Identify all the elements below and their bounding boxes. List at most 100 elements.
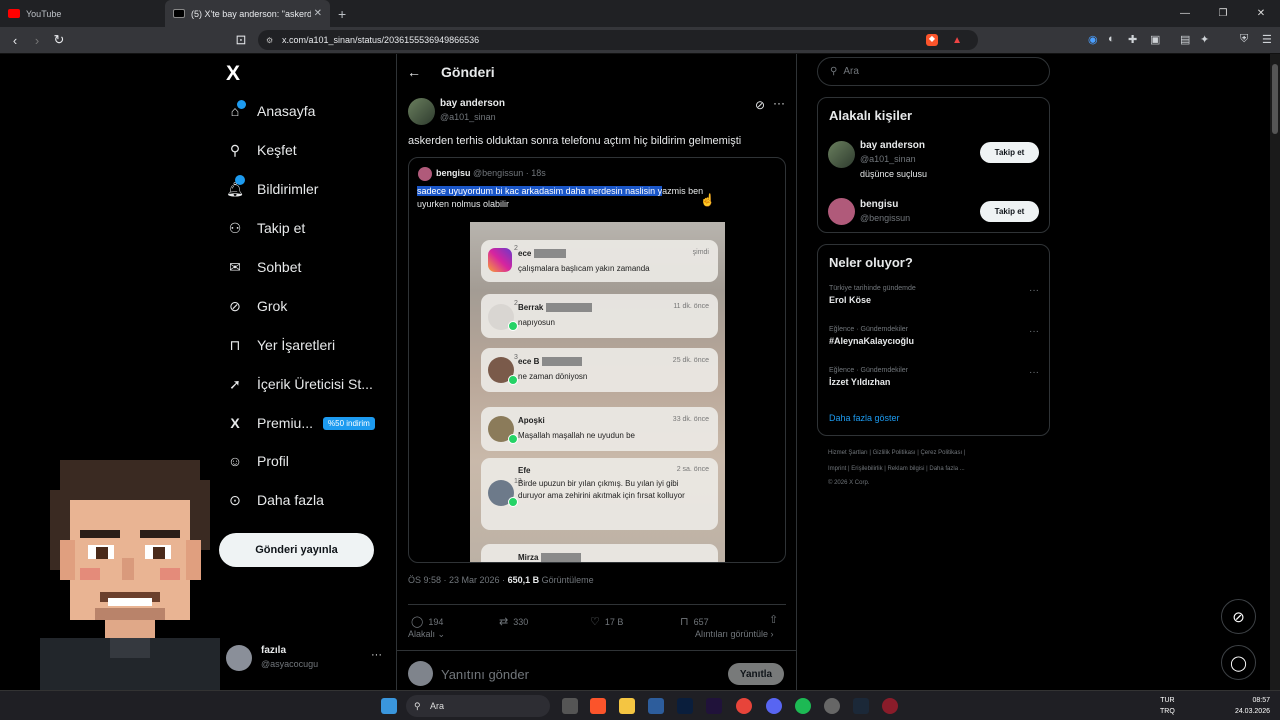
wallet-icon[interactable]: ▤ [1180,33,1190,46]
reply-button[interactable]: ◯ 194 [411,615,443,628]
notification-time: şimdi [692,249,709,256]
task-view-icon[interactable] [562,698,578,714]
more-icon[interactable]: ··· [1029,326,1039,337]
sidebar-item-label: Profil [257,453,289,469]
sidebar-item-creator-studio[interactable]: ➚ İçerik Üreticisi St... [226,372,373,396]
trend-item[interactable]: Türkiye tarihinde gündemde Erol Köse ··· [829,285,1039,305]
close-icon[interactable]: ✕ [314,8,322,19]
reply-submit-button[interactable]: Yanıtla [728,663,784,685]
back-icon[interactable]: ‹ [4,33,26,48]
view-quotes-link[interactable]: Alıntıları görüntüle › [695,629,774,639]
close-window-button[interactable]: ✕ [1242,0,1280,27]
sidebar-item-home[interactable]: ⌂ Anasayfa [226,99,315,123]
scrollbar[interactable] [1270,54,1280,690]
brave-rewards-icon[interactable]: ▲ [952,35,962,46]
share-button[interactable]: ⇧ [769,613,783,626]
forward-icon[interactable]: › [26,33,48,48]
footer-links[interactable]: Imprint | Erişilebilirlik | Reklam bilgi… [828,466,965,472]
bookmark-page-icon[interactable]: ⊡ [230,32,252,48]
spotify-icon[interactable] [795,698,811,714]
notification-card: Apoşki 33 dk. önce Maşallah maşallah ne … [481,407,718,451]
scrollbar-thumb[interactable] [1272,64,1278,134]
brave-browser-icon[interactable] [590,698,606,714]
extension-icon[interactable]: ◐ [1108,33,1115,45]
search-input[interactable]: ⚲ Ara [817,57,1050,86]
grok-icon[interactable]: ⊘ [755,98,765,112]
sidebar-item-label: Takip et [257,220,306,236]
grok-fab[interactable]: ⊘ [1221,599,1256,634]
new-tab-button[interactable]: + [338,6,346,22]
trend-item[interactable]: Eğlence · Gündemdekiler İzzet Yıldızhan … [829,367,1039,387]
url-text: x.com/a101_sinan/status/2036155536949866… [282,35,480,45]
person-avatar[interactable] [828,198,855,225]
like-button[interactable]: ♡ 17 B [590,615,623,628]
quoted-post[interactable]: bengisu @bengissun · 18s sadece uyuyordu… [408,157,786,563]
maximize-button[interactable]: ❐ [1204,0,1242,27]
tab-label: YouTube [26,8,62,19]
extension-icon[interactable]: ◉ [1088,33,1098,46]
discord-icon[interactable] [766,698,782,714]
sidebar-toggle-icon[interactable]: ▣ [1150,33,1160,46]
x-logo[interactable]: X [226,62,240,86]
trend-item[interactable]: Eğlence · Gündemdekiler #AleynaKalaycıoğ… [829,326,1039,346]
repost-button[interactable]: ⇄ 330 [499,615,528,628]
store-icon[interactable] [648,698,664,714]
windows-start-icon[interactable] [381,698,397,714]
notification-screenshot[interactable]: 2 ece şimdi çalışmalara başlıcam yakın z… [470,222,725,562]
back-arrow-icon[interactable]: ← [407,64,421,80]
post-timestamp[interactable]: ÖS 9:58 · 23 Mar 2026 · [408,575,508,585]
person-name[interactable]: bengisu [860,199,898,210]
bookmark-button[interactable]: ⊓ 657 [680,615,709,628]
app-icon[interactable] [882,698,898,714]
clock-date: 24.03.2026 [1234,708,1270,715]
follow-button[interactable]: Takip et [980,201,1039,222]
tab-youtube[interactable]: YouTube [0,0,165,27]
keyboard-language[interactable]: TUR TRQ [1160,695,1175,717]
url-bar[interactable]: ⚙ x.com/a101_sinan/status/20361555369498… [258,30,978,50]
more-icon[interactable]: ··· [773,96,785,110]
site-info-icon[interactable]: ⚙ [266,36,273,45]
person-handle: @bengissun [860,213,911,223]
show-more-link[interactable]: Daha fazla göster [829,413,900,423]
sidebar-item-follow[interactable]: ⚇ Takip et [226,216,306,240]
more-icon[interactable]: ··· [1029,367,1039,378]
author-handle[interactable]: @a101_sinan [440,112,496,122]
tab-x-post[interactable]: (5) X'te bay anderson: "askerden ✕ [165,0,330,27]
menu-icon[interactable]: ☰ [1262,33,1272,46]
sidebar-item-notifications[interactable]: 🔔︎ Bildirimler [226,175,318,201]
taskbar-search[interactable]: ⚲ Ara [406,695,550,717]
chrome-icon[interactable] [736,698,752,714]
footer-links[interactable]: Hizmet Şartları | Gizlilik Politikası | … [828,450,965,456]
notification-text: Birde upuzun bir yılan çıkmış. Bu yılan … [518,479,685,500]
person-avatar[interactable] [828,141,855,168]
photoshop-icon[interactable] [677,698,693,714]
sidebar-item-messages[interactable]: ✉ Sohbet [226,255,301,279]
obs-icon[interactable] [824,698,840,714]
more-icon[interactable]: ··· [1029,285,1039,296]
follow-button[interactable]: Takip et [980,142,1039,163]
trend-name: Erol Köse [829,295,872,305]
minimize-button[interactable]: — [1166,0,1204,27]
related-dropdown[interactable]: Alakalı ⌄ [408,629,445,640]
taskbar-clock[interactable]: 08:57 24.03.2026 [1235,695,1270,717]
messages-fab[interactable]: ◯ [1221,645,1256,680]
file-explorer-icon[interactable] [619,698,635,714]
vpn-icon[interactable]: ⛨ [1240,33,1248,46]
premiere-icon[interactable] [706,698,722,714]
leo-icon[interactable]: ✦ [1200,33,1209,46]
sidebar-item-explore[interactable]: ⚲ Keşfet [226,138,297,162]
sidebar-item-grok[interactable]: ⊘ Grok [226,294,287,318]
extensions-puzzle-icon[interactable]: ✚ [1128,33,1137,46]
windows-taskbar: ⚲ Ara TUR TRQ 08:57 24.03.2026 [0,690,1280,720]
person-name[interactable]: bay anderson [860,140,925,151]
account-more-icon[interactable]: ··· [371,649,382,661]
author-avatar[interactable] [408,98,435,125]
sidebar-item-bookmarks[interactable]: ⊓ Yer İşaretleri [226,333,336,357]
steam-icon[interactable] [853,698,869,714]
reply-input[interactable]: Yanıtını gönder [441,667,529,682]
sidebar-item-premium[interactable]: X Premiu... %50 indirim [226,411,375,435]
account-switcher[interactable]: fazıla @asyacocugu ··· [226,643,386,675]
reload-icon[interactable]: ↻ [48,32,70,48]
brave-shield-icon[interactable]: ◆ [926,34,938,46]
author-name[interactable]: bay anderson [440,98,505,109]
